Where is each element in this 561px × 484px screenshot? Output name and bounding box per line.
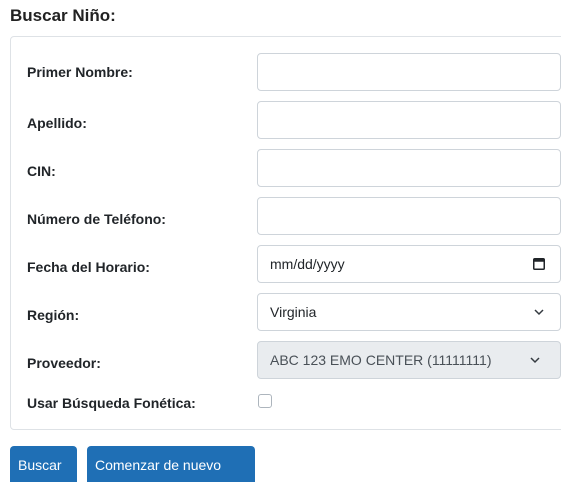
region-select[interactable]: Virginia — [257, 293, 561, 331]
region-selected: Virginia — [270, 304, 317, 320]
phone-input[interactable] — [257, 197, 561, 235]
cin-input[interactable] — [257, 149, 561, 187]
date-placeholder: mm/dd/yyyy — [270, 256, 345, 272]
page-title: Buscar Niño: — [10, 6, 116, 25]
provider-select[interactable]: ABC 123 EMO CENTER (11111111) — [257, 341, 561, 379]
phonetic-search-checkbox[interactable] — [258, 394, 272, 408]
search-button[interactable]: Buscar — [10, 446, 77, 482]
calendar-icon[interactable] — [533, 257, 545, 270]
first-name-input[interactable] — [257, 53, 561, 91]
provider-label: Proveedor: — [27, 355, 101, 371]
phone-label: Número de Teléfono: — [27, 211, 166, 227]
reset-button[interactable]: Comenzar de nuevo — [87, 446, 255, 482]
chevron-down-icon — [530, 357, 540, 364]
cin-label: CIN: — [27, 163, 56, 179]
first-name-label: Primer Nombre: — [27, 64, 133, 80]
last-name-label: Apellido: — [27, 115, 87, 131]
provider-selected: ABC 123 EMO CENTER (11111111) — [270, 352, 492, 368]
last-name-input[interactable] — [257, 101, 561, 139]
region-label: Región: — [27, 307, 80, 323]
phonetic-search-label: Usar Búsqueda Fonética: — [27, 395, 196, 411]
chevron-down-icon — [534, 309, 544, 316]
schedule-date-input[interactable]: mm/dd/yyyy — [257, 245, 561, 283]
schedule-date-label: Fecha del Horario: — [27, 259, 150, 275]
